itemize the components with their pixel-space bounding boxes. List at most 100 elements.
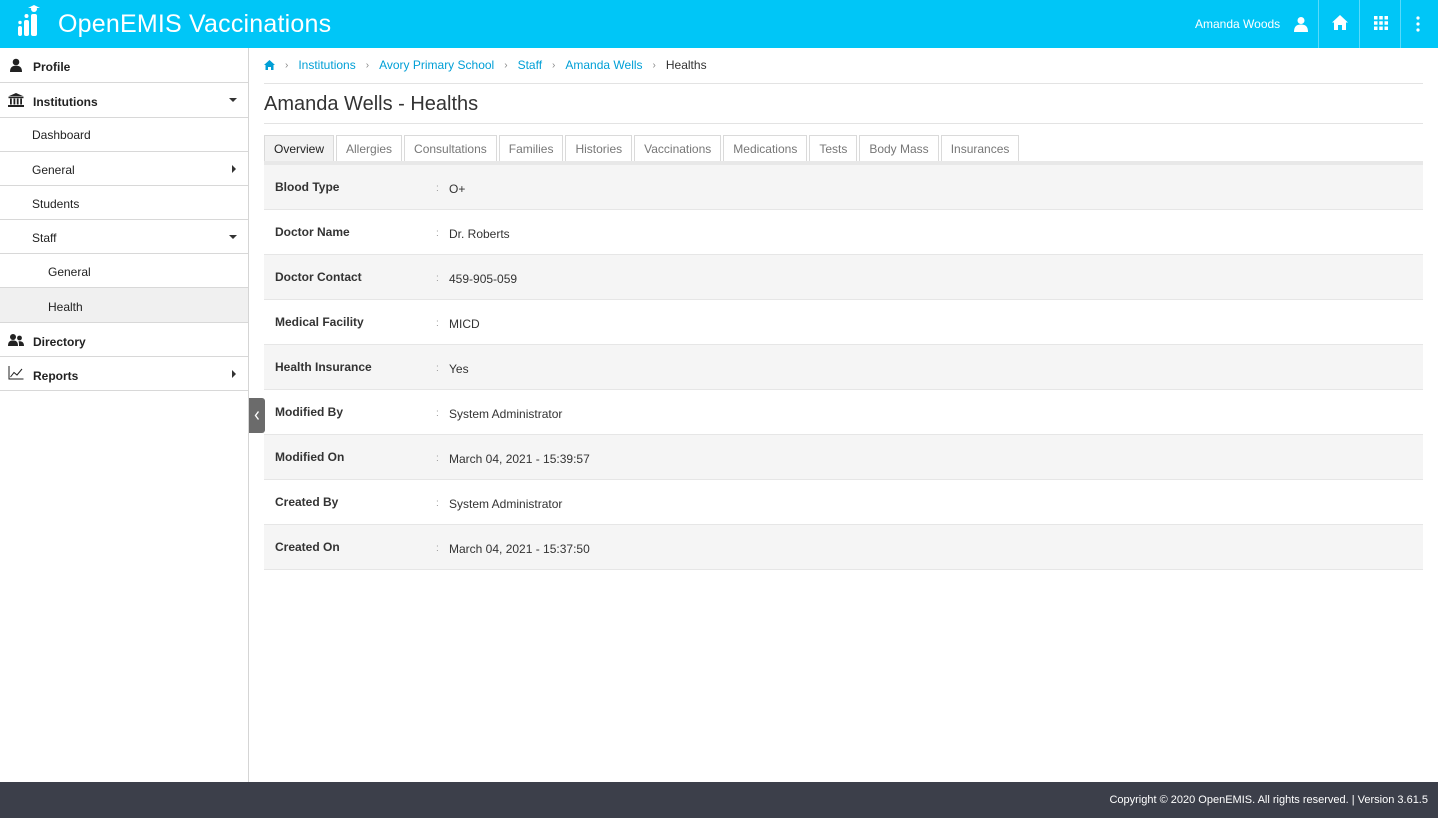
header-divider [1318,0,1319,48]
sidebar-item-general[interactable]: General [0,152,248,186]
openemis-logo-icon[interactable] [14,4,46,40]
details-list: Blood Type : O+ Doctor Name : Dr. Robert… [264,165,1423,570]
detail-row-health-insurance: Health Insurance : Yes [264,345,1423,390]
header-divider [1400,0,1401,48]
sidebar-item-label: General [32,163,75,177]
breadcrumb-link-person[interactable]: Amanda Wells [565,58,642,72]
breadcrumb-link-school[interactable]: Avory Primary School [379,58,494,72]
tab-medications[interactable]: Medications [723,135,808,161]
breadcrumb-home-icon[interactable] [264,60,275,70]
detail-colon: : [436,408,439,419]
user-name[interactable]: Amanda Woods [1195,17,1280,31]
breadcrumb-separator-icon: › [365,59,370,71]
detail-row-blood-type: Blood Type : O+ [264,165,1423,210]
detail-row-doctor-name: Doctor Name : Dr. Roberts [264,210,1423,255]
sidebar-item-profile[interactable]: Profile [0,48,248,83]
detail-value: Yes [449,362,469,376]
tab-consultations[interactable]: Consultations [404,135,497,161]
detail-value: March 04, 2021 - 15:39:57 [449,452,590,466]
breadcrumb-link-institutions[interactable]: Institutions [298,58,355,72]
detail-colon: : [436,318,439,329]
detail-row-doctor-contact: Doctor Contact : 459-905-059 [264,255,1423,300]
tab-tests[interactable]: Tests [809,135,858,161]
detail-value: O+ [449,182,466,196]
sidebar-item-health[interactable]: Health [0,288,248,323]
profile-user-icon [10,58,22,72]
chevron-down-icon [229,98,237,102]
more-vertical-icon[interactable] [1414,15,1422,33]
sidebar: Profile Institutions Dashboard General S… [0,48,249,782]
sidebar-item-institutions[interactable]: Institutions [0,83,248,118]
detail-label: Health Insurance [275,360,372,374]
detail-value: System Administrator [449,497,563,511]
sidebar-item-label: Students [32,197,80,211]
detail-label: Modified By [275,405,343,419]
app-title[interactable]: OpenEMIS Vaccinations [58,10,331,39]
detail-label: Created By [275,495,339,509]
sidebar-item-students[interactable]: Students [0,186,248,220]
detail-row-modified-by: Modified By : System Administrator [264,390,1423,435]
directory-icon [8,334,24,346]
sidebar-item-reports[interactable]: Reports [0,357,248,391]
detail-colon: : [436,183,439,194]
detail-colon: : [436,453,439,464]
detail-colon: : [436,363,439,374]
detail-label: Medical Facility [275,315,364,329]
sidebar-item-label: Directory [33,335,86,349]
detail-value: 459-905-059 [449,272,518,286]
tab-overview[interactable]: Overview [264,135,335,161]
sidebar-item-label: Dashboard [32,128,91,142]
footer: Copyright © 2020 OpenEMIS. All rights re… [0,782,1438,818]
chevron-right-icon [232,165,236,173]
sidebar-item-label: Profile [33,60,71,74]
page-title: Amanda Wells - Healths [264,93,479,115]
footer-copyright: Copyright © 2020 OpenEMIS. All rights re… [1109,794,1428,806]
sidebar-item-staff-general[interactable]: General [0,254,248,288]
breadcrumb-separator-icon: › [504,59,508,71]
detail-row-created-by: Created By : System Administrator [264,480,1423,525]
sidebar-item-label: Staff [32,231,57,245]
institution-icon [8,93,24,107]
tab-histories[interactable]: Histories [565,135,633,161]
tab-families[interactable]: Families [498,135,564,161]
detail-colon: : [436,498,439,509]
tab-allergies[interactable]: Allergies [336,135,403,161]
detail-colon: : [436,228,439,239]
detail-row-modified-on: Modified On : March 04, 2021 - 15:39:57 [264,435,1423,480]
home-icon[interactable] [1331,14,1349,32]
sidebar-collapse-button[interactable] [249,398,265,433]
detail-value: System Administrator [449,407,563,421]
tab-body-mass[interactable]: Body Mass [859,135,939,161]
detail-label: Doctor Name [275,225,350,239]
user-icon[interactable] [1294,16,1308,32]
detail-label: Modified On [275,450,345,464]
sidebar-item-dashboard[interactable]: Dashboard [0,118,248,152]
top-header: OpenEMIS Vaccinations Amanda Woods [0,0,1438,48]
divider [264,83,1423,84]
breadcrumb-separator-icon: › [285,59,289,71]
sidebar-item-directory[interactable]: Directory [0,323,248,357]
sidebar-item-label: Health [48,300,83,314]
chevron-right-icon [232,370,236,378]
sidebar-item-staff[interactable]: Staff [0,220,248,254]
apps-grid-icon[interactable] [1374,16,1388,30]
detail-label: Created On [275,540,340,554]
detail-value: MICD [449,317,480,331]
chevron-left-icon [254,411,260,420]
breadcrumb: › Institutions › Avory Primary School › … [264,57,707,73]
breadcrumb-current: Healths [665,58,707,72]
detail-label: Doctor Contact [275,270,362,284]
breadcrumb-separator-icon: › [652,59,656,71]
tab-insurances[interactable]: Insurances [940,135,1020,161]
tab-vaccinations[interactable]: Vaccinations [634,135,722,161]
detail-colon: : [436,273,439,284]
breadcrumb-link-staff[interactable]: Staff [518,58,542,72]
reports-chart-icon [8,366,24,380]
tab-bar: Overview Allergies Consultations Familie… [264,135,1021,161]
detail-value: Dr. Roberts [449,227,510,241]
detail-row-created-on: Created On : March 04, 2021 - 15:37:50 [264,525,1423,570]
divider [264,123,1423,124]
breadcrumb-separator-icon: › [552,59,556,71]
chevron-down-icon [229,235,237,239]
detail-value: March 04, 2021 - 15:37:50 [449,542,590,556]
